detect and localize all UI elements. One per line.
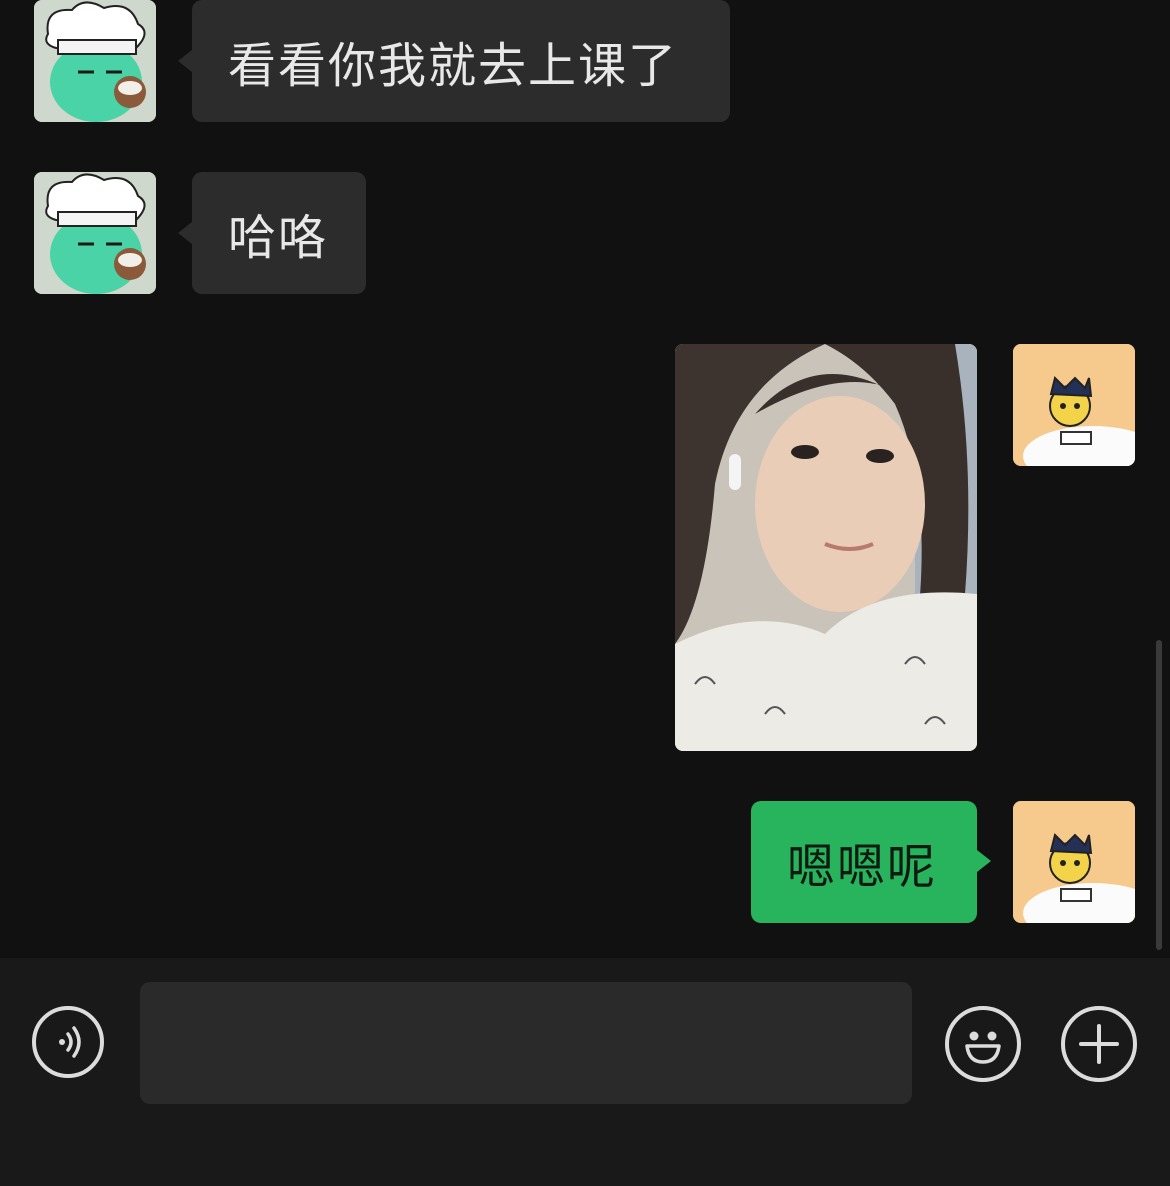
more-button[interactable]: [1061, 1006, 1137, 1082]
contact-avatar[interactable]: [34, 0, 156, 122]
message-input[interactable]: [140, 982, 912, 1104]
yellow-mascot-icon: [1013, 344, 1135, 466]
message-text: 看看你我就去上课了: [228, 38, 679, 94]
emoji-icon: [965, 1031, 1001, 1064]
chef-hat-cartoon-icon: [34, 172, 156, 294]
voice-button[interactable]: [32, 1006, 104, 1078]
selfie-photo: [675, 344, 977, 751]
message-bubble-received[interactable]: 看看你我就去上课了: [192, 0, 730, 122]
message-text: 嗯嗯呢: [787, 839, 938, 895]
chef-hat-cartoon-icon: [34, 0, 156, 122]
photo-message[interactable]: [675, 344, 977, 751]
message-text: 哈咯: [228, 210, 329, 266]
bubble-tail: [977, 850, 991, 872]
bubble-tail: [178, 50, 192, 72]
plus-icon: [1079, 1024, 1119, 1064]
bubble-tail: [178, 222, 192, 244]
message-bubble-sent[interactable]: 嗯嗯呢: [751, 801, 977, 923]
self-avatar[interactable]: [1013, 344, 1135, 466]
voice-icon: [59, 1026, 81, 1058]
emoji-button[interactable]: [945, 1006, 1021, 1082]
self-avatar[interactable]: [1013, 801, 1135, 923]
scrollbar[interactable]: [1156, 640, 1162, 950]
message-bubble-received[interactable]: 哈咯: [192, 172, 366, 294]
yellow-mascot-icon: [1013, 801, 1135, 923]
contact-avatar[interactable]: [34, 172, 156, 294]
